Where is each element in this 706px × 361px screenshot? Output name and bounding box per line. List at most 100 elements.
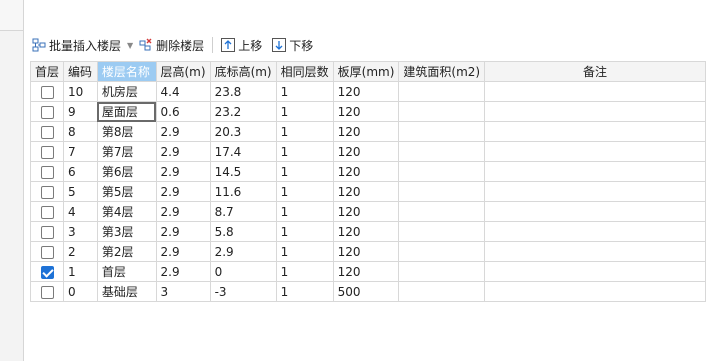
col-header-notes[interactable]: 备注 [484,61,706,82]
slab-thickness-cell[interactable]: 120 [332,181,400,202]
same-floors-cell[interactable]: 1 [275,121,334,142]
first-floor-checkbox[interactable] [40,185,54,199]
first-floor-checkbox-cell[interactable] [29,81,65,102]
slab-thickness-cell[interactable]: 120 [332,261,400,282]
code-cell[interactable]: 7 [63,141,98,162]
slab-thickness-cell[interactable]: 500 [332,281,400,302]
table-row[interactable]: 4 第4层 2.9 8.7 1 120 [29,201,706,222]
base-elevation-cell[interactable]: 11.6 [209,181,277,202]
move-down-button[interactable]: 下移 [270,34,315,56]
floor-height-cell[interactable]: 2.9 [155,221,211,242]
same-floors-cell[interactable]: 1 [275,261,334,282]
col-header-floor-height[interactable]: 层高(m) [155,61,211,82]
building-area-cell[interactable] [398,121,486,142]
table-row[interactable]: 9 屋面层 0.6 23.2 1 120 [29,101,706,122]
slab-thickness-cell[interactable]: 120 [332,241,400,262]
notes-cell[interactable] [484,161,706,182]
floor-height-cell[interactable]: 2.9 [155,161,211,182]
building-area-cell[interactable] [398,201,486,222]
floor-height-cell[interactable]: 2.9 [155,181,211,202]
base-elevation-cell[interactable]: 23.8 [209,81,277,102]
table-row[interactable]: 8 第8层 2.9 20.3 1 120 [29,121,706,142]
first-floor-checkbox[interactable] [40,205,54,219]
floor-name-cell[interactable]: 第3层 [96,221,157,242]
batch-insert-floors-button[interactable]: 批量插入楼层 [30,34,123,56]
notes-cell[interactable] [484,121,706,142]
code-cell[interactable]: 9 [63,101,98,122]
table-row[interactable]: 2 第2层 2.9 2.9 1 120 [29,241,706,262]
floor-name-cell[interactable]: 第5层 [96,181,157,202]
first-floor-checkbox-cell[interactable] [29,181,65,202]
col-header-base-elevation[interactable]: 底标高(m) [209,61,277,82]
first-floor-checkbox-cell[interactable] [29,241,65,262]
floor-name-cell[interactable]: 第7层 [96,141,157,162]
base-elevation-cell[interactable]: 5.8 [209,221,277,242]
table-row[interactable]: 6 第6层 2.9 14.5 1 120 [29,161,706,182]
table-row[interactable]: 5 第5层 2.9 11.6 1 120 [29,181,706,202]
notes-cell[interactable] [484,101,706,122]
notes-cell[interactable] [484,141,706,162]
notes-cell[interactable] [484,221,706,242]
same-floors-cell[interactable]: 1 [275,281,334,302]
same-floors-cell[interactable]: 1 [275,201,334,222]
floor-height-cell[interactable]: 2.9 [155,201,211,222]
notes-cell[interactable] [484,81,706,102]
base-elevation-cell[interactable]: 20.3 [209,121,277,142]
floor-height-cell[interactable]: 2.9 [155,121,211,142]
building-area-cell[interactable] [398,101,486,122]
first-floor-checkbox-cell[interactable] [29,281,65,302]
floor-name-cell[interactable]: 基础层 [96,281,157,302]
first-floor-checkbox[interactable] [40,125,54,139]
code-cell[interactable]: 10 [63,81,98,102]
col-header-first-floor[interactable]: 首层 [29,61,65,82]
floor-name-cell[interactable]: 第4层 [96,201,157,222]
delete-floor-button[interactable]: 删除楼层 [137,34,206,56]
first-floor-checkbox-cell[interactable] [29,261,65,282]
first-floor-checkbox[interactable] [40,145,54,159]
table-row[interactable]: 3 第3层 2.9 5.8 1 120 [29,221,706,242]
slab-thickness-cell[interactable]: 120 [332,221,400,242]
first-floor-checkbox[interactable] [40,225,54,239]
table-row[interactable]: 7 第7层 2.9 17.4 1 120 [29,141,706,162]
floor-height-cell[interactable]: 4.4 [155,81,211,102]
table-row[interactable]: 0 基础层 3 -3 1 500 [29,281,706,302]
slab-thickness-cell[interactable]: 120 [332,201,400,222]
same-floors-cell[interactable]: 1 [275,101,334,122]
first-floor-checkbox-cell[interactable] [29,201,65,222]
first-floor-checkbox[interactable] [40,165,54,179]
table-row[interactable]: 10 机房层 4.4 23.8 1 120 [29,81,706,102]
building-area-cell[interactable] [398,181,486,202]
code-cell[interactable]: 4 [63,201,98,222]
base-elevation-cell[interactable]: 17.4 [209,141,277,162]
first-floor-checkbox-cell[interactable] [29,161,65,182]
col-header-building-area[interactable]: 建筑面积(m2) [398,61,486,82]
slab-thickness-cell[interactable]: 120 [332,81,400,102]
notes-cell[interactable] [484,241,706,262]
building-area-cell[interactable] [398,281,486,302]
slab-thickness-cell[interactable]: 120 [332,121,400,142]
notes-cell[interactable] [484,261,706,282]
same-floors-cell[interactable]: 1 [275,161,334,182]
base-elevation-cell[interactable]: 0 [209,261,277,282]
building-area-cell[interactable] [398,141,486,162]
building-area-cell[interactable] [398,261,486,282]
col-header-code[interactable]: 编码 [63,61,98,82]
batch-insert-dropdown-icon[interactable]: ▼ [127,41,133,50]
same-floors-cell[interactable]: 1 [275,81,334,102]
code-cell[interactable]: 8 [63,121,98,142]
table-row[interactable]: 1 首层 2.9 0 1 120 [29,261,706,282]
first-floor-checkbox[interactable] [40,245,54,259]
building-area-cell[interactable] [398,221,486,242]
move-up-button[interactable]: 上移 [219,34,264,56]
floor-name-cell[interactable]: 第8层 [96,121,157,142]
same-floors-cell[interactable]: 1 [275,181,334,202]
notes-cell[interactable] [484,281,706,302]
base-elevation-cell[interactable]: 8.7 [209,201,277,222]
col-header-same-floors[interactable]: 相同层数 [275,61,334,82]
code-cell[interactable]: 2 [63,241,98,262]
base-elevation-cell[interactable]: 23.2 [209,101,277,122]
floor-name-cell[interactable]: 机房层 [96,81,157,102]
building-area-cell[interactable] [398,241,486,262]
same-floors-cell[interactable]: 1 [275,141,334,162]
base-elevation-cell[interactable]: 2.9 [209,241,277,262]
